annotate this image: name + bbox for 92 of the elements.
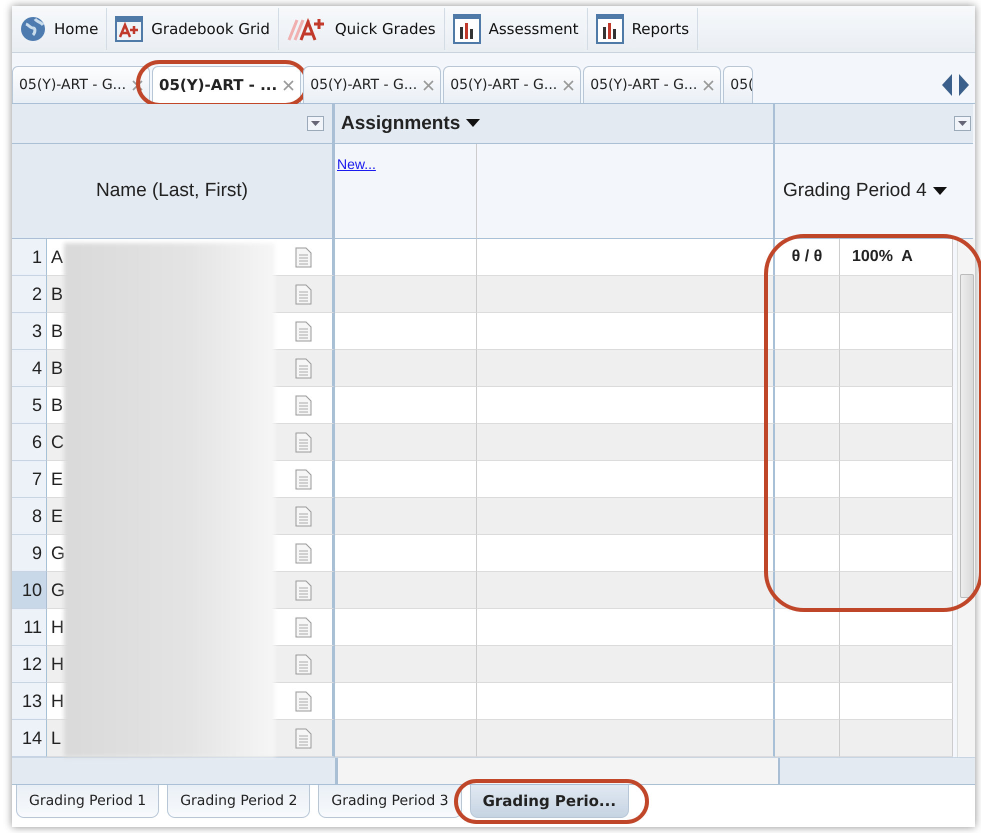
notes-icon	[295, 246, 312, 268]
row-number[interactable]: 9	[12, 535, 47, 572]
row-number[interactable]: 12	[12, 646, 47, 683]
student-name: B	[51, 394, 64, 416]
row-number[interactable]: 7	[12, 461, 47, 498]
notes-icon	[295, 542, 312, 564]
table-cell	[775, 350, 840, 387]
table-cell: θ / θ	[775, 239, 840, 276]
row-number[interactable]: 14	[12, 720, 47, 757]
toolbar-button[interactable]: Quick Grades	[278, 8, 445, 50]
table-cell	[775, 276, 840, 313]
caret-icon	[466, 119, 480, 128]
toolbar-button[interactable]: Reports	[588, 8, 698, 50]
notes-icon	[295, 690, 312, 712]
student-name: L	[51, 728, 62, 748]
student-name: G	[51, 542, 66, 564]
row-number[interactable]: 4	[12, 350, 47, 387]
table-cell	[775, 683, 840, 720]
table-cell	[775, 646, 840, 683]
notes-icon	[295, 432, 312, 452]
notes-icon	[295, 468, 312, 490]
globe-icon	[20, 16, 46, 42]
table-cell	[775, 387, 840, 424]
student-name: C	[51, 432, 64, 452]
table-cell: 100% A	[840, 239, 953, 276]
student-name: B	[51, 358, 64, 378]
class-tab[interactable]: 05(Y)-ART - G...	[583, 66, 722, 103]
grading-period-tab[interactable]: Grading Period 3	[318, 785, 462, 818]
scroll-right-icon[interactable]	[957, 72, 971, 98]
table-cell	[775, 313, 840, 350]
class-tab[interactable]: 05(Y)-ART - G...	[12, 66, 150, 103]
toolbar-button[interactable]: Gradebook Grid	[107, 8, 279, 50]
notes-icon	[295, 580, 312, 600]
notes-icon	[295, 320, 312, 342]
dropdown-icon[interactable]	[954, 116, 971, 131]
row-number[interactable]: 3	[12, 313, 47, 350]
close-icon	[703, 80, 714, 90]
table-cell	[775, 572, 840, 609]
class-tab[interactable]: 05(Y)-ART - G...	[443, 66, 582, 103]
notes-icon	[295, 284, 312, 304]
row-number[interactable]: 2	[12, 276, 47, 313]
class-tab[interactable]: 05(Y)-ART - ...	[152, 66, 302, 103]
student-name: E	[51, 506, 64, 526]
new-assignment-link[interactable]: New...	[337, 156, 376, 172]
row-number[interactable]: 6	[12, 424, 47, 461]
dropdown-icon[interactable]	[307, 116, 324, 131]
student-name: H	[51, 654, 64, 674]
table-cell	[775, 609, 840, 646]
grade-grid-icon	[115, 16, 144, 42]
notes-icon	[295, 654, 312, 674]
row-number[interactable]: 11	[12, 609, 47, 646]
student-name: A	[51, 246, 64, 268]
student-name: G	[51, 580, 66, 600]
toolbar-button[interactable]: Home	[12, 8, 108, 50]
row-number[interactable]: 10	[12, 572, 47, 609]
close-icon	[283, 80, 294, 90]
close-icon	[563, 80, 574, 90]
table-cell	[775, 498, 840, 535]
row-number[interactable]: 13	[12, 683, 47, 720]
row-number[interactable]: 8	[12, 498, 47, 535]
quick-grade-icon	[286, 16, 327, 42]
toolbar-button[interactable]: Assessment	[444, 8, 588, 50]
column-header: Name (Last, First)	[12, 144, 335, 239]
grading-period-tab[interactable]: Grading Period 1	[16, 785, 160, 818]
caret-icon	[932, 186, 947, 196]
grading-period-tab[interactable]: Grading Perio...	[470, 785, 630, 818]
bar-chart-icon	[452, 14, 481, 44]
assignments-header[interactable]: Assignments	[335, 104, 775, 144]
scroll-left-icon[interactable]	[940, 72, 954, 98]
close-icon	[132, 80, 144, 90]
notes-icon	[295, 728, 312, 748]
vertical-scrollbar[interactable]	[957, 239, 975, 757]
bar-chart-icon	[596, 14, 624, 44]
grading-period-tab[interactable]: Grading Period 2	[167, 785, 310, 818]
notes-icon	[295, 394, 312, 416]
student-name: H	[51, 690, 64, 712]
student-name: B	[51, 284, 64, 304]
row-number[interactable]: 5	[12, 387, 47, 424]
student-name: H	[51, 616, 64, 638]
close-icon	[423, 80, 434, 90]
class-tab[interactable]: 05(	[723, 66, 754, 103]
table-cell	[775, 424, 840, 461]
class-tab[interactable]: 05(Y)-ART - G...	[303, 66, 442, 103]
student-name: B	[51, 320, 64, 342]
table-cell	[775, 461, 840, 498]
student-name: E	[51, 468, 64, 490]
table-cell	[775, 535, 840, 572]
notes-icon	[295, 616, 312, 638]
notes-icon	[295, 506, 312, 526]
horizontal-scrollbar[interactable]	[338, 758, 780, 784]
notes-icon	[295, 358, 312, 378]
row-number[interactable]: 1	[12, 239, 47, 276]
